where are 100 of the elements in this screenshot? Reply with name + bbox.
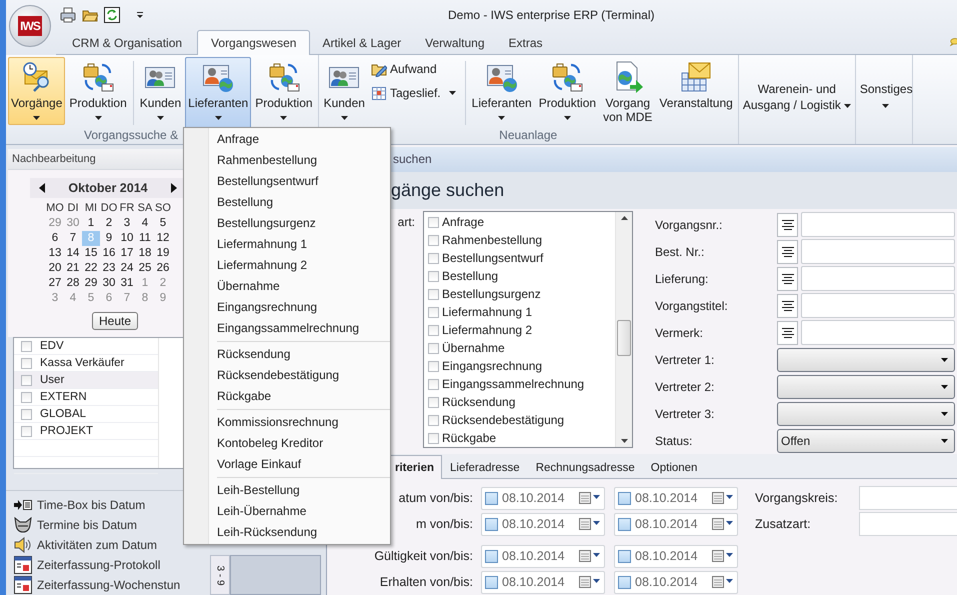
dropdown-field[interactable]	[777, 402, 955, 426]
calendar-day[interactable]: 18	[136, 246, 154, 261]
calendar-day[interactable]: 27	[46, 276, 64, 291]
calendar-day[interactable]: 31	[118, 276, 136, 291]
calendar-dropdown-icon[interactable]	[712, 492, 734, 504]
scroll-down-icon[interactable]	[620, 439, 628, 444]
menu-item[interactable]: Liefermahnung 1	[184, 234, 390, 255]
calendar-day[interactable]: 26	[154, 261, 172, 276]
date-field[interactable]: 08.10.2014	[614, 486, 738, 510]
date-field[interactable]: 08.10.2014	[614, 544, 738, 568]
menu-item[interactable]: Bestellungsurgenz	[184, 213, 390, 234]
calendar-day[interactable]: 21	[64, 261, 82, 276]
calendar-day[interactable]: 12	[154, 231, 172, 246]
checkbox[interactable]	[485, 550, 498, 562]
calendar-day[interactable]: 2	[100, 216, 118, 231]
dropdown-field[interactable]	[777, 348, 955, 372]
app-logo[interactable]: IWS	[9, 5, 51, 47]
match-mode-button[interactable]	[777, 320, 798, 345]
ribbon-tab[interactable]: Vorgangswesen	[197, 30, 310, 55]
dropdown-field[interactable]: Offen	[777, 428, 955, 453]
checkbox[interactable]	[428, 414, 439, 426]
menu-item[interactable]: Anfrage	[184, 129, 390, 150]
menu-item[interactable]: Rücksendung	[184, 344, 390, 365]
ribbon-button[interactable]: Vorgang von MDE	[600, 57, 656, 127]
menu-item[interactable]: Übernahme	[184, 276, 390, 297]
calendar-dropdown-icon[interactable]	[712, 576, 734, 588]
checkbox[interactable]	[428, 342, 439, 354]
list-row[interactable]: PROJEKT	[14, 423, 158, 440]
previous-icon[interactable]	[39, 183, 45, 193]
match-mode-button[interactable]	[777, 212, 798, 237]
menu-item[interactable]: Vorlage Einkauf	[184, 454, 390, 475]
date-field[interactable]: 08.10.2014	[481, 570, 605, 594]
list-row[interactable]: EXTERN	[14, 389, 158, 406]
date-field[interactable]: 08.10.2014	[614, 512, 738, 536]
calendar-day[interactable]: 4	[136, 216, 154, 231]
menu-item[interactable]: Rücksendebestätigung	[184, 365, 390, 386]
calendar-day[interactable]: 10	[118, 231, 136, 246]
ribbon-tab[interactable]: Verwaltung	[413, 31, 497, 54]
link[interactable]: Zeiterfassung-Wochenstun	[37, 578, 180, 592]
calendar-day[interactable]: 15	[82, 246, 100, 261]
link[interactable]: Zeiterfassung-Protokoll	[37, 558, 160, 572]
match-mode-button[interactable]	[777, 240, 798, 264]
list-row[interactable]: EDV	[14, 338, 158, 355]
calendar-day[interactable]: 28	[64, 276, 82, 291]
scroll-thumb[interactable]	[617, 320, 631, 356]
input-field[interactable]	[801, 293, 955, 318]
input-field[interactable]	[801, 212, 955, 238]
ribbon-small-button[interactable]: Tageslief.	[368, 83, 458, 103]
checkbox[interactable]	[428, 234, 439, 246]
list-row[interactable]: GLOBAL	[14, 406, 158, 423]
checkbox[interactable]	[21, 408, 32, 420]
input-field[interactable]	[859, 486, 957, 510]
ribbon-button[interactable]: Lieferanten	[468, 57, 535, 125]
checkbox[interactable]	[485, 518, 498, 530]
calendar-dropdown-icon[interactable]	[579, 576, 601, 588]
ribbon-button[interactable]: Warenein- und Ausgang / Logistik	[740, 57, 853, 125]
date-field[interactable]: 08.10.2014	[614, 570, 738, 594]
calendar-dropdown-icon[interactable]	[712, 550, 734, 562]
calendar-day[interactable]: 6	[46, 231, 64, 246]
ribbon-tab[interactable]: CRM & Organisation	[57, 31, 198, 54]
input-field[interactable]	[801, 320, 955, 346]
ribbon-button[interactable]: Veranstaltung	[656, 57, 736, 125]
checkbox[interactable]	[428, 216, 439, 228]
calendar-day[interactable]: 24	[118, 261, 136, 276]
calendar-day[interactable]: 11	[136, 231, 154, 246]
link[interactable]: Aktivitäten zum Datum	[37, 538, 158, 552]
printer-icon[interactable]	[60, 7, 76, 23]
menu-item[interactable]: Leih-Übernahme	[184, 501, 390, 522]
menu-item[interactable]: Rückgabe	[184, 386, 390, 407]
ribbon-button[interactable]: Vorgänge	[8, 57, 66, 125]
calendar-day[interactable]: 25	[136, 261, 154, 276]
input-field[interactable]	[859, 512, 957, 536]
checkbox[interactable]	[618, 576, 631, 588]
menu-item[interactable]: Liefermahnung 2	[184, 255, 390, 276]
today-button[interactable]: Heute	[92, 312, 138, 330]
checkbox[interactable]	[21, 392, 32, 402]
scroll-up-icon[interactable]	[620, 216, 628, 220]
calendar-day[interactable]: 14	[64, 246, 82, 261]
calendar-day[interactable]: 17	[118, 246, 136, 261]
calendar-dropdown-icon[interactable]	[712, 518, 734, 530]
tab[interactable]: Optionen	[642, 457, 706, 478]
customize-dropdown-icon[interactable]	[136, 11, 144, 19]
calendar-day[interactable]: 30	[100, 276, 118, 291]
ribbon-button[interactable]: Lieferanten	[185, 57, 252, 128]
checkbox[interactable]	[21, 340, 32, 352]
dropdown-field[interactable]	[777, 374, 955, 399]
calendar-day[interactable]: 20	[46, 261, 64, 276]
ribbon-button[interactable]: Sonstiges	[858, 57, 910, 125]
date-field[interactable]: 08.10.2014	[481, 486, 605, 510]
menu-item[interactable]: Bestellung	[184, 192, 390, 213]
ribbon-button[interactable]: Produktion	[252, 57, 316, 125]
checkbox[interactable]	[428, 270, 439, 282]
calendar-day[interactable]: 5	[154, 216, 172, 231]
ribbon-button[interactable]: Produktion	[536, 57, 600, 125]
checkbox[interactable]	[428, 306, 439, 318]
checkbox[interactable]	[21, 374, 32, 386]
menu-item[interactable]: Eingangssammelrechnung	[184, 318, 390, 339]
menu-item[interactable]: Leih-Bestellung	[184, 480, 390, 501]
list-row[interactable]: User	[14, 372, 158, 389]
menu-item[interactable]: Leih-Rücksendung	[184, 522, 390, 543]
